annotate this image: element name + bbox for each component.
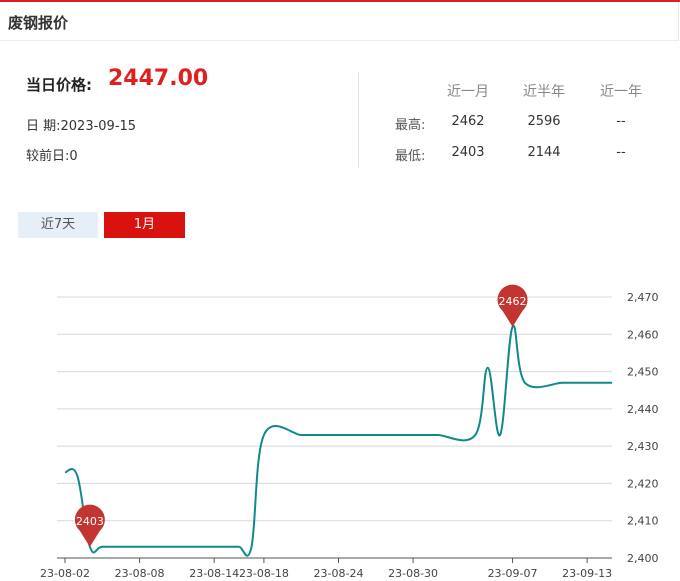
x-tick-label: 23-08-18 <box>239 567 289 580</box>
y-tick-label: 2,460 <box>627 328 659 341</box>
y-tick-label: 2,410 <box>627 515 659 528</box>
series-line <box>64 324 612 557</box>
x-tick-label: 23-09-07 <box>488 567 538 580</box>
x-tick-label: 23-08-14 <box>189 567 239 580</box>
y-tick-label: 2,470 <box>627 291 659 304</box>
price-line-chart: 2,400 2,410 2,420 2,430 2,440 2,450 2,460 2,470… <box>40 284 659 580</box>
x-tick-label: 23-08-02 <box>40 567 90 580</box>
y-tick-label: 2,440 <box>627 403 659 416</box>
marker-label: 2403 <box>76 515 104 528</box>
x-tick-label: 23-08-30 <box>388 567 438 580</box>
y-tick-label: 2,430 <box>627 440 659 453</box>
x-tick-label: 23-08-08 <box>115 567 165 580</box>
x-tick-label: 23-09-13 <box>562 567 612 580</box>
marker-label: 2462 <box>499 295 527 308</box>
y-tick-label: 2,400 <box>627 552 659 565</box>
y-tick-label: 2,420 <box>627 477 659 490</box>
x-tick-label: 23-08-24 <box>314 567 364 580</box>
y-tick-label: 2,450 <box>627 366 659 379</box>
